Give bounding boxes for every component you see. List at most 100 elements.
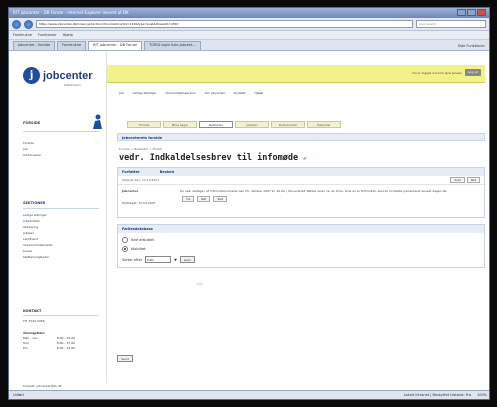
tab-dokumenter[interactable]: Dokumenter [271,121,305,128]
sort-label: Sorter efter [122,257,143,262]
page-content: j jobcenter København FORSIDE Forside Jo… [9,51,489,392]
radio-label: Afsluttet [131,247,146,251]
tab-forum[interactable]: RIT jobcenter - DB Forum [88,41,143,50]
edit-message-button[interactable]: Ret [197,196,211,202]
topnav-item[interactable]: Ledige stillinger [133,91,157,95]
view-button[interactable]: Vis [182,196,195,202]
radio-not-closed[interactable] [122,237,128,243]
logo-name: jobcenter [43,69,93,82]
status-header: Fællesdatabase [118,225,484,233]
radio-closed[interactable] [122,246,128,252]
contact-divider [23,315,99,316]
radio-row: Afsluttet [122,246,480,252]
topnav-item[interactable]: Kontakt [234,91,245,95]
message-body-cell: Du skal deltage i et informationsmøde de… [180,189,480,213]
browser-window: RIT jobcenter - DB Forum - Internet Expl… [8,7,490,400]
tab-forside[interactable]: Forside [127,121,161,128]
menu-item-help[interactable]: Hjælp [63,33,73,37]
close-button[interactable] [477,9,486,16]
back-arrow-icon[interactable] [12,19,21,29]
message-actions: Vis Ret Slet [180,196,480,202]
contact-heading: KONTAKT [23,309,42,313]
sidebar-section-link[interactable]: Virksomhedspraktik [23,243,53,247]
topnav-item[interactable]: Job [119,91,124,95]
topnav-item[interactable]: Hjælp [255,91,264,95]
message-box: Forfatter Besked Afsendt den: 12.10.2007… [117,167,485,218]
tab-favorites[interactable]: Foretrukne [57,41,87,50]
address-bar: https://www.jobcenter.dk/index.jsp?actio… [9,18,489,31]
menu-item-favorites[interactable]: Foretrukne [13,33,32,37]
url-input[interactable]: https://www.jobcenter.dk/index.jsp?actio… [36,20,413,28]
sidebar-link-forside[interactable]: Forside [23,141,34,145]
contact-block: KONTAKT Tlf. 7012 3456 Åbningstider Man … [23,309,99,350]
tab-tools[interactable]: Side Funktioner [458,44,485,50]
jobcenter-logo[interactable]: j jobcenter København [23,67,93,87]
logout-button[interactable]: Log ud [465,69,481,76]
status-text: Udført [13,393,24,397]
section-tabs: Forside Mine sager Beskeder Jobplan Doku… [127,121,341,128]
column-author: Forfatter [122,170,140,174]
sidebar-section-heading: SEKTIONER [23,201,46,205]
menu-item-tools[interactable]: Funktioner [38,33,57,37]
contact-phone: Tlf. 7012 3456 [23,319,45,323]
check-icon: ✔ [303,155,307,162]
tab-beskeder[interactable]: Beskeder [199,121,233,128]
sidebar-link-uddannelse[interactable]: Uddannelse [23,153,41,157]
sidebar-link-job[interactable]: Job [23,147,28,151]
topnav-item[interactable]: Virksomhedsservice [166,91,196,95]
tab-mine-sager[interactable]: Mine sager [163,121,197,128]
window-title-bar: RIT jobcenter - DB Forum - Internet Expl… [9,8,489,18]
page-title: vedr. Indkaldelsesbrev til infomøde ✔ [119,153,485,163]
status-bar: Udført Lokalt intranet | Beskyttet tilst… [9,390,489,399]
tab-login[interactable]: TORIG login fuks jobcent... [144,41,201,50]
page-title-text: vedr. Indkaldelsesbrev til infomøde [119,153,299,163]
security-zone: Lokalt intranet | Beskyttet tilstand: Fr… [403,393,471,397]
person-icon [93,114,102,129]
hours-day: Fre [23,345,28,350]
logo-sub: København [64,83,81,87]
sidebar-section-link[interactable]: Kurser [23,249,33,253]
breadcrumb[interactable]: Forside > Beskeder > Forløb [119,147,485,151]
minimize-button[interactable] [457,9,466,16]
chevron-down-icon[interactable]: ▼ [174,258,177,262]
hours-table: Man - ons 8.00 - 15.00 Tors 8.00 - 17.00 F… [23,335,99,350]
main-content: Jobcenterets forside Forside > Beskeder … [117,133,485,362]
sidebar-section-link[interactable]: Støttemuligheder [23,255,49,259]
status-box: Fællesdatabase Ikke afsluttet Afsluttet … [117,224,485,268]
sidebar-divider [23,208,99,209]
edit-button[interactable]: Ret [467,177,480,183]
column-message: Besked [159,170,174,174]
reply-button[interactable]: Svar [450,177,466,183]
sidebar-section-link[interactable]: Ledige stillinger [23,213,47,217]
sidebar-heading: FORSIDE [23,121,41,125]
topnav-item[interactable]: Om jobcenter [205,91,225,95]
footnote: Note [197,283,203,286]
send-button[interactable]: Send [117,355,133,362]
sidebar-divider [23,131,99,132]
sidebar-section-link[interactable]: Aktivering [23,225,38,229]
message-meta-row: Afsendt den: 12.10.2007 Svar Ret [118,176,484,185]
forward-arrow-icon[interactable] [24,19,33,29]
sidebar-section-link[interactable]: Jobsamtale [23,219,40,223]
logo-icon: j [23,67,40,84]
maximize-button[interactable] [467,9,476,16]
tab-jobplan[interactable]: Jobplan [235,121,269,128]
tab-kalender[interactable]: Kalender [307,121,341,128]
sidebar-section-link[interactable]: Løntilskud [23,237,38,241]
search-input[interactable]: Live Search [416,20,486,28]
left-sidebar: j jobcenter København FORSIDE Forside Jo… [9,51,107,388]
message-row: Jobcenter Modtaget: 12.10.2007 Du skal d… [118,185,484,217]
sidebar-section-link[interactable]: Jobplan [23,231,34,235]
delete-button[interactable]: Slet [213,196,228,202]
window-controls [457,9,486,16]
menu-bar: Foretrukne Funktioner Hjælp [9,31,489,40]
section-subheader: Jobcenterets forside [117,133,485,141]
login-strip: Du er logget ind som Jens Jensen Log ud [107,65,485,83]
footer-contact-link[interactable]: Kontakt: jobcenter@kk.dk [23,384,62,388]
save-button[interactable]: Gem [179,256,195,263]
tab-jobcenter[interactable]: Jobcenter - forside [13,41,56,50]
radio-row: Ikke afsluttet [122,237,480,243]
sort-select[interactable]: Dato [145,256,172,263]
zoom-level[interactable]: 100% [477,393,487,397]
message-author-cell: Jobcenter Modtaget: 12.10.2007 [122,189,174,213]
